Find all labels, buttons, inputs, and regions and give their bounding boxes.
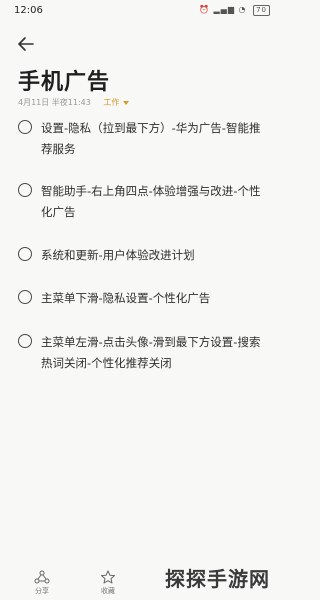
system-icons: ⏰ ▂▄▆ ◔ 70 <box>199 5 270 16</box>
back-button[interactable] <box>16 34 36 54</box>
signal-icon: ▂▄▆ <box>213 5 235 14</box>
status-time: 12:06 <box>14 5 43 16</box>
arrow-left-icon <box>18 37 34 51</box>
caret-down-icon <box>123 100 130 105</box>
battery-icon: 70 <box>253 5 270 16</box>
folder-selector[interactable]: 工作 <box>103 98 130 107</box>
alarm-icon: ⏰ <box>199 5 210 14</box>
checkbox[interactable] <box>18 247 32 261</box>
share-button[interactable]: 分享 <box>22 570 62 596</box>
watermark: 探探手游网 <box>165 567 270 591</box>
checklist-item-text[interactable]: 设置-隐私（拉到最下方）-华为广告-智能推荐服务 <box>41 118 262 160</box>
checklist-item-text[interactable]: 主菜单下滑-隐私设置-个性化广告 <box>41 288 262 309</box>
checkbox[interactable] <box>18 334 32 348</box>
favorite-button[interactable]: 收藏 <box>88 570 128 596</box>
checkbox[interactable] <box>18 290 32 304</box>
wifi-icon: ◔ <box>238 5 247 14</box>
folder-label: 工作 <box>103 98 120 107</box>
checklist-item-text[interactable]: 主菜单左滑-点击头像-滑到最下方设置-搜索热词关闭-个性化推荐关闭 <box>41 332 262 374</box>
checkbox[interactable] <box>18 183 32 197</box>
star-icon <box>101 570 115 584</box>
note-date: 4月11日 半夜11:43 <box>18 98 91 107</box>
share-icon <box>34 570 50 584</box>
checkbox[interactable] <box>18 120 32 134</box>
checklist-item-text[interactable]: 系统和更新-用户体验改进计划 <box>41 245 262 266</box>
share-label: 分享 <box>35 587 49 595</box>
note-title[interactable]: 手机广告 <box>18 64 110 96</box>
note-meta: 4月11日 半夜11:43 工作 <box>18 97 130 108</box>
status-bar: 12:06 ⏰ ▂▄▆ ◔ 70 <box>0 0 280 24</box>
favorite-label: 收藏 <box>101 587 115 595</box>
checklist-item-text[interactable]: 智能助手-右上角四点-体验增强与改进-个性化广告 <box>41 181 262 223</box>
